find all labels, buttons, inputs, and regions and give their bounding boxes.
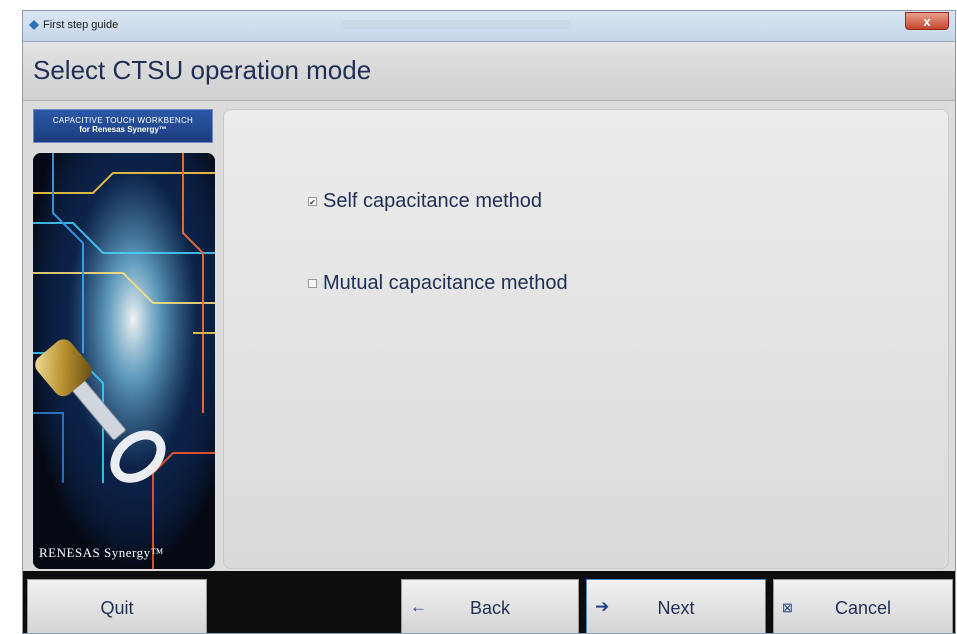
mutual-capacitance-label: Mutual capacitance method — [323, 272, 568, 294]
page-title: Select CTSU operation mode — [33, 55, 372, 85]
product-badge: CAPACITIVE TOUCH WORKBENCH for Renesas S… — [33, 109, 213, 143]
options-panel: ✔ Self capacitance method Mutual capacit… — [223, 109, 949, 569]
mutual-capacitance-checkbox[interactable] — [308, 279, 317, 288]
blurred-title-text — [341, 20, 571, 29]
next-label: Next — [657, 598, 695, 618]
sidebar-panel: CAPACITIVE TOUCH WORKBENCH for Renesas S… — [31, 107, 217, 570]
wizard-window: First step guide x Select CTSU operation… — [22, 10, 956, 634]
mutual-capacitance-option[interactable]: Mutual capacitance method — [308, 272, 568, 295]
next-button[interactable]: ➔ Next — [586, 579, 766, 633]
self-capacitance-option[interactable]: ✔ Self capacitance method — [308, 190, 542, 213]
quit-label: Quit — [100, 598, 134, 618]
product-badge-line2: for Renesas Synergy™ — [79, 125, 167, 134]
renesas-synergy-logo: RENESAS Synergy™ — [39, 545, 164, 560]
cancel-label: Cancel — [834, 598, 892, 618]
circuit-key-illustration — [33, 153, 215, 569]
button-bar: Quit ← Back ➔ Next ⊠ Cancel — [23, 571, 955, 633]
cancel-button[interactable]: ⊠ Cancel — [773, 579, 953, 633]
window-title: First step guide — [43, 19, 119, 31]
back-label: Back — [469, 598, 511, 618]
self-capacitance-checkbox[interactable]: ✔ — [308, 197, 317, 207]
close-button[interactable]: x — [905, 12, 949, 30]
quit-button[interactable]: Quit — [27, 579, 207, 633]
page-header: Select CTSU operation mode — [23, 42, 955, 101]
back-button[interactable]: ← Back — [401, 579, 579, 633]
title-bar: First step guide x — [23, 11, 955, 42]
sidebar-illustration: RENESAS Synergy™ — [33, 153, 215, 569]
app-icon — [29, 20, 39, 30]
product-badge-line1: CAPACITIVE TOUCH WORKBENCH — [52, 116, 194, 125]
self-capacitance-label: Self capacitance method — [323, 190, 543, 212]
